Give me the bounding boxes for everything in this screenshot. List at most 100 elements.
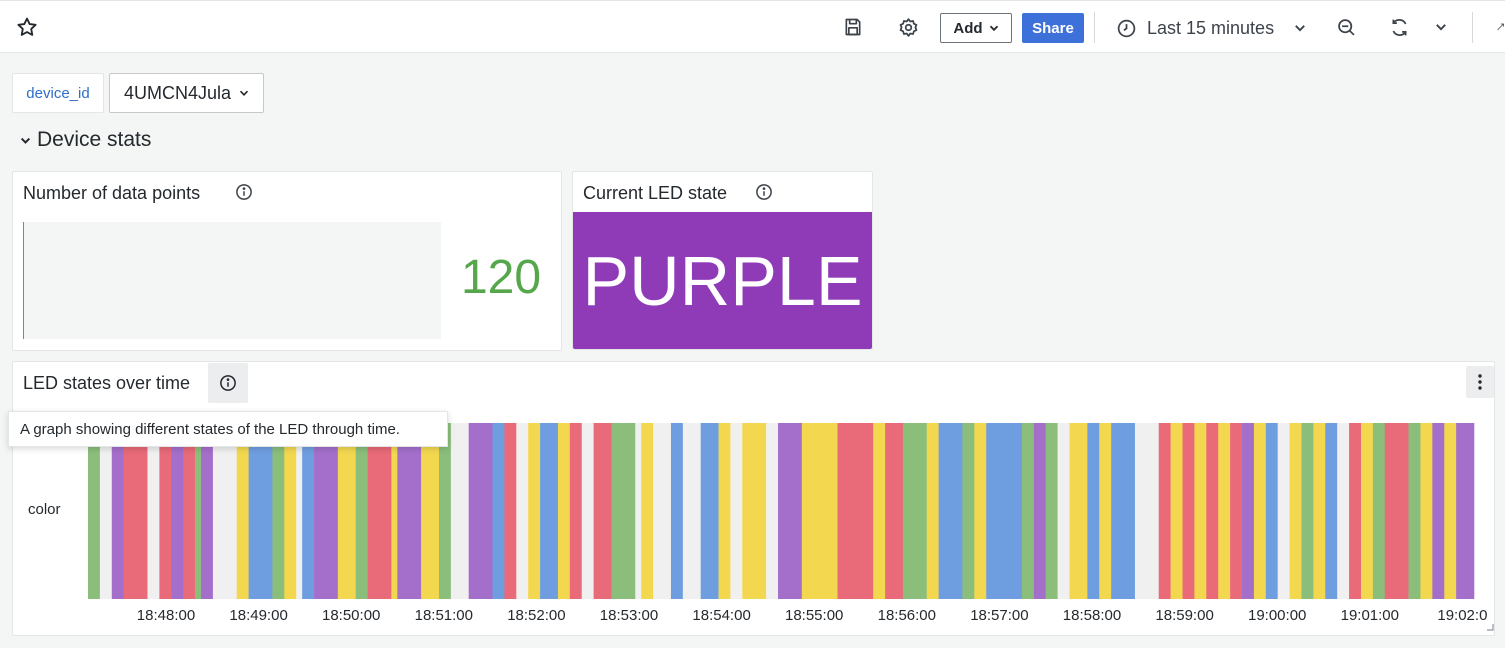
state-bar-yellow[interactable] <box>873 423 886 599</box>
state-bar-gap[interactable] <box>730 423 743 599</box>
x-tick-label: 19:02:0 <box>1437 607 1488 624</box>
state-bar-purple[interactable] <box>1432 423 1445 599</box>
state-bar-green[interactable] <box>962 423 975 599</box>
state-bar-blue[interactable] <box>938 423 963 599</box>
state-bar-gap[interactable] <box>147 423 160 599</box>
state-bar-red[interactable] <box>885 423 904 599</box>
state-bar-green[interactable] <box>1301 423 1314 599</box>
state-bar-yellow[interactable] <box>974 423 987 599</box>
state-bar-blue[interactable] <box>670 423 684 599</box>
state-bar-red[interactable] <box>837 423 874 599</box>
state-bar-green[interactable] <box>355 423 368 599</box>
state-bar-yellow[interactable] <box>284 423 297 599</box>
state-bar-gap[interactable] <box>766 423 779 599</box>
state-bar-red[interactable] <box>1230 423 1243 599</box>
state-bar-yellow[interactable] <box>391 423 398 599</box>
state-bar-yellow[interactable] <box>926 423 939 599</box>
state-bar-gap[interactable] <box>296 423 303 599</box>
x-tick-label: 18:55:00 <box>784 607 844 624</box>
state-bar-red[interactable] <box>569 423 583 599</box>
state-bar-green[interactable] <box>1045 423 1058 599</box>
x-tick-label: 18:50:00 <box>321 607 381 624</box>
state-bar-yellow[interactable] <box>1253 423 1267 599</box>
state-bar-purple[interactable] <box>1456 423 1475 599</box>
state-bar-purple[interactable] <box>778 423 803 599</box>
state-bar-purple[interactable] <box>1242 423 1255 599</box>
state-bar-gap[interactable] <box>212 423 238 599</box>
state-bar-gap[interactable] <box>1134 423 1160 599</box>
state-bar-green[interactable] <box>438 423 452 599</box>
state-bar-red[interactable] <box>1182 423 1195 599</box>
state-bar-red[interactable] <box>159 423 172 599</box>
state-bar-blue[interactable] <box>1111 423 1136 599</box>
state-bar-purple[interactable] <box>1033 423 1047 599</box>
state-bar-red[interactable] <box>1158 423 1171 599</box>
state-bar-gap[interactable] <box>653 423 672 599</box>
state-bar-red[interactable] <box>1384 423 1409 599</box>
state-bar-yellow[interactable] <box>1099 423 1112 599</box>
state-bar-red[interactable] <box>1206 423 1219 599</box>
state-bar-red[interactable] <box>504 423 517 599</box>
state-bar-blue[interactable] <box>248 423 273 599</box>
state-bar-red[interactable] <box>183 423 196 599</box>
state-bar-red[interactable] <box>367 423 392 599</box>
state-bar-gap[interactable] <box>1057 423 1070 599</box>
state-bar-gap[interactable] <box>99 423 113 599</box>
state-bar-yellow[interactable] <box>1420 423 1433 599</box>
state-bar-yellow[interactable] <box>1069 423 1088 599</box>
state-bar-gap[interactable] <box>581 423 594 599</box>
state-bar-yellow[interactable] <box>718 423 731 599</box>
state-bar-green[interactable] <box>1021 423 1035 599</box>
state-bar-gap[interactable] <box>635 423 642 599</box>
state-bar-yellow[interactable] <box>1313 423 1326 599</box>
state-bar-blue[interactable] <box>492 423 505 599</box>
x-tick-label: 18:54:00 <box>692 607 751 624</box>
state-bar-gap[interactable] <box>1337 423 1350 599</box>
state-bar-green[interactable] <box>88 423 101 599</box>
x-tick-label: 19:00:00 <box>1247 607 1307 624</box>
state-bar-yellow[interactable] <box>528 423 541 599</box>
state-bar-purple[interactable] <box>171 423 184 599</box>
state-bar-green[interactable] <box>1372 423 1386 599</box>
state-bar-blue[interactable] <box>1325 423 1338 599</box>
state-bar-blue[interactable] <box>302 423 315 599</box>
state-bar-blue[interactable] <box>1265 423 1278 599</box>
state-bar-yellow[interactable] <box>236 423 249 599</box>
state-bar-yellow[interactable] <box>801 423 838 599</box>
state-bar-green[interactable] <box>195 423 202 599</box>
state-bar-yellow[interactable] <box>1194 423 1207 599</box>
x-tick-label: 19:01:00 <box>1340 607 1399 624</box>
state-bar-gap[interactable] <box>682 423 701 599</box>
state-bar-blue[interactable] <box>1087 423 1100 599</box>
state-bar-yellow[interactable] <box>641 423 654 599</box>
state-bar-gap[interactable] <box>516 423 529 599</box>
state-bar-gap[interactable] <box>1277 423 1290 599</box>
state-bar-blue[interactable] <box>700 423 719 599</box>
state-bar-purple[interactable] <box>397 423 422 599</box>
state-bar-blue[interactable] <box>986 423 1023 599</box>
state-bar-purple[interactable] <box>314 423 339 599</box>
state-bar-yellow[interactable] <box>421 423 440 599</box>
state-bar-yellow[interactable] <box>1444 423 1457 599</box>
resize-handle-icon[interactable] <box>1486 623 1494 631</box>
x-tick-label: 18:49:00 <box>229 607 288 624</box>
state-bar-green[interactable] <box>272 423 285 599</box>
state-bar-purple[interactable] <box>468 423 493 599</box>
state-bar-gap[interactable] <box>450 423 470 599</box>
state-bar-purple[interactable] <box>111 423 124 599</box>
state-bar-yellow[interactable] <box>1289 423 1302 599</box>
state-bar-green[interactable] <box>1408 423 1421 599</box>
state-bar-yellow[interactable] <box>1360 423 1374 599</box>
state-bar-red[interactable] <box>1349 423 1362 599</box>
state-bar-yellow[interactable] <box>337 423 356 599</box>
state-bar-blue[interactable] <box>540 423 559 599</box>
state-bar-yellow[interactable] <box>557 423 571 599</box>
state-bar-green[interactable] <box>902 423 928 599</box>
state-bar-red[interactable] <box>123 423 148 599</box>
state-bar-red[interactable] <box>593 423 612 599</box>
state-bar-yellow[interactable] <box>1218 423 1231 599</box>
state-bar-green[interactable] <box>611 423 636 599</box>
state-bar-yellow[interactable] <box>1170 423 1183 599</box>
state-bar-yellow[interactable] <box>742 423 767 599</box>
state-bar-purple[interactable] <box>201 423 214 599</box>
